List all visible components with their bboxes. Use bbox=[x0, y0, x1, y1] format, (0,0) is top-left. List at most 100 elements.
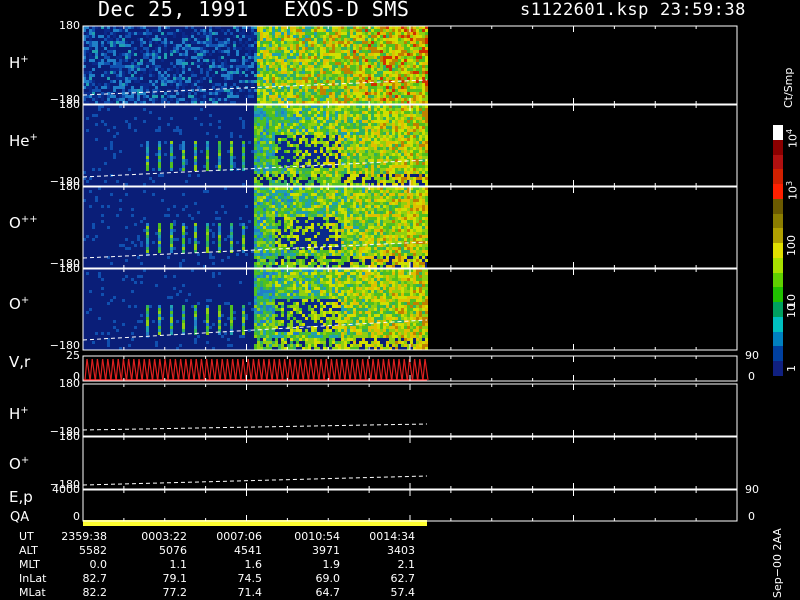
colorbar-tick: 104 bbox=[785, 129, 800, 148]
orbit-value: 74.5 bbox=[237, 572, 263, 585]
panel-label-text: O bbox=[9, 455, 21, 473]
orbit-value: 5076 bbox=[159, 544, 187, 557]
panel-label-he-plus: He+ bbox=[9, 130, 38, 149]
file-time: 23:59:38 bbox=[660, 0, 746, 20]
panel-label-text: H bbox=[9, 405, 21, 423]
orbit-value: 0010:54 bbox=[294, 530, 340, 543]
orbit-value: 0014:34 bbox=[369, 530, 415, 543]
panel-label-h-plus: H+ bbox=[9, 52, 29, 71]
orbit-value: 62.7 bbox=[390, 572, 416, 585]
colorbar-segment bbox=[773, 331, 783, 347]
colorbar-segment bbox=[773, 243, 783, 259]
orbit-value: 82.2 bbox=[82, 586, 108, 599]
colorbar-segment bbox=[773, 361, 783, 377]
colorbar-segment bbox=[773, 346, 783, 362]
panel-label-text: E,p bbox=[9, 488, 33, 506]
trace-line bbox=[82, 423, 428, 431]
colorbar-tick: 10 bbox=[785, 304, 798, 318]
right-tick-top: 90 bbox=[745, 349, 759, 362]
orbit-row: MLT 0.0 1.1 1.6 1.9 2.1 bbox=[0, 558, 800, 572]
orbit-value: 79.1 bbox=[162, 572, 188, 585]
orbit-row: ALT 5582 5076 4541 3971 3403 bbox=[0, 544, 800, 558]
panel-label-charge: + bbox=[20, 405, 29, 416]
panel-label-charge: ++ bbox=[20, 214, 38, 225]
orbit-value: 82.7 bbox=[82, 572, 108, 585]
y-tick-top: 180 bbox=[59, 377, 80, 390]
panel-label-o-plus: O+ bbox=[9, 293, 29, 312]
panel-label-h-plus-2: H+ bbox=[9, 403, 29, 422]
orbit-value: 1.1 bbox=[169, 558, 188, 571]
colorbar-segment bbox=[773, 302, 783, 318]
colorbar-tick: 103 bbox=[785, 181, 800, 200]
colorbar-tick-value: 100 bbox=[785, 235, 798, 256]
colorbar-segment bbox=[773, 184, 783, 200]
orbit-value: 1.9 bbox=[322, 558, 341, 571]
y-tick-top: 180 bbox=[59, 262, 80, 275]
panel-label-o-plus-2: O+ bbox=[9, 453, 29, 472]
colorbar-segment bbox=[773, 154, 783, 170]
orbit-value: 2359:38 bbox=[61, 530, 107, 543]
colorbar-segment bbox=[773, 272, 783, 288]
colorbar-tick-value: 10 bbox=[785, 304, 798, 318]
y-tick-top: 4000 bbox=[52, 483, 80, 496]
orbit-row-name: UT bbox=[19, 530, 34, 543]
orbit-value: 3971 bbox=[312, 544, 340, 557]
colorbar-segment bbox=[773, 228, 783, 244]
panel-label-text: O bbox=[9, 214, 21, 232]
panel-label-ep: E,p bbox=[9, 490, 33, 505]
colorbar-segment bbox=[773, 169, 783, 185]
panel-label-charge: + bbox=[29, 132, 38, 143]
y-tick-top: 180 bbox=[59, 98, 80, 111]
colorbar-segment bbox=[773, 125, 783, 141]
colorbar-segment bbox=[773, 213, 783, 229]
orbit-row-name: MLat bbox=[19, 586, 46, 599]
right-tick-bottom: 0 bbox=[748, 510, 755, 523]
colorbar-tick: 1 bbox=[785, 365, 798, 372]
panel-frame bbox=[82, 436, 738, 490]
plot-title-date: Dec 25, 1991 bbox=[98, 0, 249, 21]
colorbar-segment bbox=[773, 139, 783, 155]
colorbar-tick-value: 10 bbox=[786, 134, 800, 148]
colorbar-tick: 100 bbox=[785, 235, 798, 256]
panel-label-text: H bbox=[9, 54, 21, 72]
orbit-value: 0003:22 bbox=[141, 530, 187, 543]
spectrogram-plot bbox=[82, 25, 738, 526]
orbit-row-name: InLat bbox=[19, 572, 47, 585]
colorbar-segment bbox=[773, 257, 783, 274]
panel-label-text: O bbox=[9, 295, 21, 313]
y-tick-top: 180 bbox=[59, 430, 80, 443]
panel-label-text: He bbox=[9, 132, 30, 150]
y-tick-bottom: 0 bbox=[73, 510, 80, 523]
colorbar-segment bbox=[773, 316, 783, 333]
orbit-row-name: ALT bbox=[19, 544, 38, 557]
panel-label-vr: V,r bbox=[9, 355, 30, 370]
colorbar-segment bbox=[773, 198, 783, 215]
orbit-value: 3403 bbox=[387, 544, 415, 557]
qa-label: QA bbox=[10, 510, 30, 525]
panel-label-charge: + bbox=[20, 295, 30, 306]
panel-label-charge: + bbox=[20, 455, 30, 466]
colorbar-tick-exponent: 3 bbox=[785, 180, 794, 186]
orbit-value: 1.6 bbox=[244, 558, 263, 571]
orbit-value: 0.0 bbox=[89, 558, 108, 571]
colorbar-tick-value: 1 bbox=[785, 365, 798, 372]
orbit-value: 64.7 bbox=[315, 586, 341, 599]
y-tick-top: 180 bbox=[59, 19, 80, 32]
right-tick-top: 90 bbox=[745, 483, 759, 496]
colorbar-unit-label: Ct/Smp bbox=[782, 67, 795, 108]
orbit-row: UT 2359:38 0003:22 0007:06 0010:54 0014:34 bbox=[0, 530, 800, 544]
orbit-value: 71.4 bbox=[237, 586, 263, 599]
y-tick-top: 180 bbox=[59, 180, 80, 193]
orbit-value: 57.4 bbox=[390, 586, 416, 599]
orbit-value: 0007:06 bbox=[216, 530, 262, 543]
orbit-row: InLat 82.7 79.1 74.5 69.0 62.7 bbox=[0, 572, 800, 586]
trace-line bbox=[82, 475, 428, 486]
orbit-value: 2.1 bbox=[397, 558, 416, 571]
orbit-value: 4541 bbox=[234, 544, 262, 557]
colorbar-segment bbox=[773, 287, 783, 303]
colorbar-tick-exponent: 4 bbox=[785, 128, 794, 134]
y-tick-top: 25 bbox=[66, 349, 80, 362]
orbit-value: 77.2 bbox=[162, 586, 188, 599]
orbit-row-name: MLT bbox=[19, 558, 40, 571]
orbit-value: 69.0 bbox=[315, 572, 341, 585]
